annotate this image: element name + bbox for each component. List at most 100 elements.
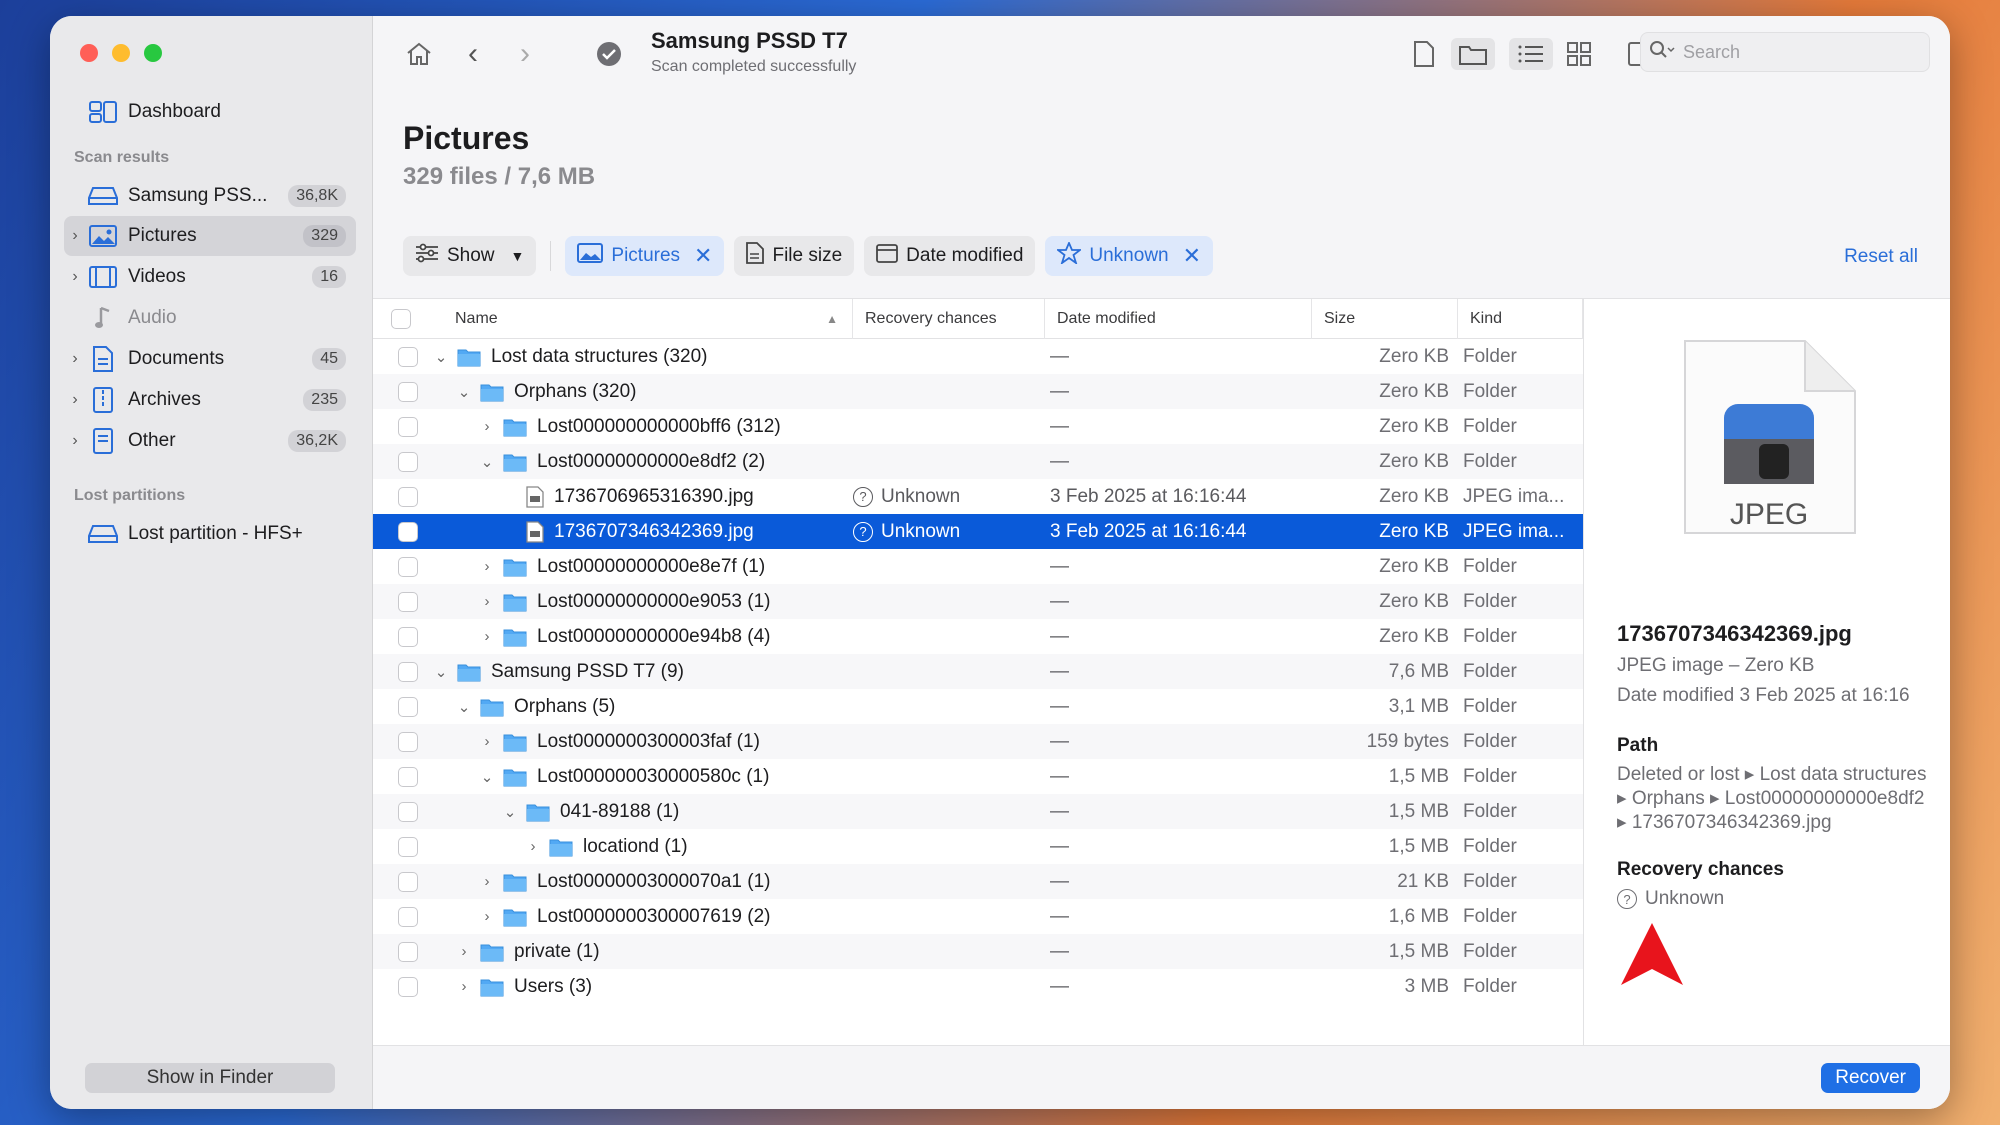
table-row[interactable]: › Lost00000003000070a1 (1) — 21 KB Folder — [373, 864, 1583, 899]
show-in-finder-button[interactable]: Show in Finder — [85, 1063, 335, 1093]
chevron-right-icon[interactable]: › — [477, 593, 497, 610]
sidebar-item-lost-partition[interactable]: Lost partition - HFS+ — [64, 514, 356, 554]
date-column-header[interactable]: Date modified — [1045, 299, 1312, 339]
table-row[interactable]: › Users (3) — 3 MB Folder — [373, 969, 1583, 1004]
close-icon[interactable]: ✕ — [1183, 243, 1201, 269]
date-cell: — — [1050, 590, 1069, 612]
table-row[interactable]: › locationd (1) — 1,5 MB Folder — [373, 829, 1583, 864]
chevron-down-icon[interactable]: ⌄ — [500, 803, 520, 821]
sidebar-item-samsung[interactable]: Samsung PSS... 36,8K — [64, 176, 356, 216]
row-checkbox[interactable] — [398, 906, 418, 927]
row-checkbox[interactable] — [398, 381, 418, 402]
row-checkbox[interactable] — [398, 626, 418, 647]
row-checkbox[interactable] — [398, 486, 418, 507]
table-row[interactable]: › Lost0000000300003faf (1) — 159 bytes Folde… — [373, 724, 1583, 759]
row-checkbox[interactable] — [398, 836, 418, 857]
table-row[interactable]: ⌄ Orphans (320) — Zero KB Folder — [373, 374, 1583, 409]
table-row[interactable]: › Lost00000000000e94b8 (4) — Zero KB Folder — [373, 619, 1583, 654]
chevron-right-icon[interactable]: › — [477, 628, 497, 645]
search-box[interactable] — [1640, 32, 1930, 72]
size-column-header[interactable]: Size — [1312, 299, 1458, 339]
name-column-header[interactable]: Name ▲ — [443, 299, 853, 339]
chevron-down-icon: ▼ — [510, 248, 525, 264]
forward-icon[interactable]: › — [509, 37, 541, 70]
row-checkbox[interactable] — [398, 346, 418, 367]
date-modified-filter-button[interactable]: Date modified — [864, 236, 1036, 276]
zoom-window-button[interactable] — [144, 44, 162, 62]
row-checkbox[interactable] — [398, 941, 418, 962]
chevron-right-icon[interactable]: › — [477, 558, 497, 575]
row-checkbox[interactable] — [398, 556, 418, 577]
chevron-right-icon[interactable]: › — [64, 268, 86, 286]
table-row[interactable]: › Lost00000000000e9053 (1) — Zero KB Folder — [373, 584, 1583, 619]
file-icon[interactable] — [1408, 38, 1440, 70]
table-row[interactable]: › Lost000000000000bff6 (312) — Zero KB Folde… — [373, 409, 1583, 444]
kind-column-header[interactable]: Kind — [1458, 299, 1583, 339]
table-row[interactable]: › private (1) — 1,5 MB Folder — [373, 934, 1583, 969]
table-row[interactable]: ⌄ Samsung PSSD T7 (9) — 7,6 MB Folder — [373, 654, 1583, 689]
row-checkbox[interactable] — [398, 451, 418, 472]
chevron-right-icon[interactable]: › — [523, 838, 543, 855]
table-row[interactable]: › Lost0000000300007619 (2) — 1,6 MB Folder — [373, 899, 1583, 934]
row-checkbox[interactable] — [398, 871, 418, 892]
folder-view-icon[interactable] — [1451, 38, 1495, 70]
chevron-right-icon[interactable]: › — [64, 227, 86, 245]
row-checkbox[interactable] — [398, 731, 418, 752]
table-row[interactable]: 1736707346342369.jpg? Unknown 3 Feb 2025 a… — [373, 514, 1583, 549]
chevron-down-icon[interactable]: ⌄ — [431, 348, 451, 366]
sidebar-item-audio[interactable]: Audio — [64, 298, 356, 338]
chevron-down-icon[interactable]: ⌄ — [431, 663, 451, 681]
size-cell: 21 KB — [1397, 870, 1449, 892]
sidebar-item-archives[interactable]: › Archives 235 — [64, 380, 356, 420]
file-size-filter-button[interactable]: File size — [734, 236, 855, 276]
row-checkbox[interactable] — [398, 766, 418, 787]
unknown-filter-chip[interactable]: Unknown ✕ — [1045, 236, 1214, 276]
recovery-column-header[interactable]: Recovery chances — [853, 299, 1045, 339]
chevron-right-icon[interactable]: › — [477, 873, 497, 890]
recover-button[interactable]: Recover — [1821, 1063, 1920, 1093]
pictures-filter-chip[interactable]: Pictures ✕ — [565, 236, 725, 276]
chevron-right-icon[interactable]: › — [477, 908, 497, 925]
chevron-down-icon[interactable]: ⌄ — [477, 768, 497, 786]
chevron-down-icon[interactable]: ⌄ — [454, 383, 474, 401]
sidebar-item-documents[interactable]: › Documents 45 — [64, 339, 356, 379]
row-checkbox[interactable] — [398, 591, 418, 612]
list-view-icon[interactable] — [1509, 38, 1553, 70]
reset-all-link[interactable]: Reset all — [1844, 246, 1918, 268]
back-icon[interactable]: ‹ — [457, 37, 489, 70]
chevron-right-icon[interactable]: › — [64, 350, 86, 368]
chevron-down-icon[interactable]: ⌄ — [477, 453, 497, 471]
chevron-right-icon[interactable]: › — [477, 418, 497, 435]
table-row[interactable]: › Lost00000000000e8e7f (1) — Zero KB Folder — [373, 549, 1583, 584]
grid-view-icon[interactable] — [1563, 38, 1595, 70]
search-input[interactable] — [1683, 41, 1883, 63]
select-all-checkbox[interactable] — [391, 309, 411, 329]
row-checkbox[interactable] — [398, 661, 418, 682]
table-row[interactable]: 1736706965316390.jpg? Unknown 3 Feb 2025 a… — [373, 479, 1583, 514]
row-checkbox[interactable] — [398, 416, 418, 437]
table-row[interactable]: ⌄ Lost data structures (320) — Zero KB Folde… — [373, 339, 1583, 374]
chevron-right-icon[interactable]: › — [64, 432, 86, 450]
sidebar-item-pictures[interactable]: › Pictures 329 — [64, 216, 356, 256]
table-row[interactable]: ⌄ Orphans (5) — 3,1 MB Folder — [373, 689, 1583, 724]
table-row[interactable]: ⌄ 041-89188 (1) — 1,5 MB Folder — [373, 794, 1583, 829]
sidebar-item-videos[interactable]: › Videos 16 — [64, 257, 356, 297]
table-row[interactable]: ⌄ Lost00000000000e8df2 (2) — Zero KB Folder — [373, 444, 1583, 479]
sidebar-item-dashboard[interactable]: Dashboard — [64, 92, 356, 132]
row-checkbox[interactable] — [398, 696, 418, 717]
chevron-right-icon[interactable]: › — [477, 733, 497, 750]
chevron-down-icon[interactable]: ⌄ — [454, 698, 474, 716]
table-row[interactable]: ⌄ Lost000000030000580c (1) — 1,5 MB Folder — [373, 759, 1583, 794]
show-filter-button[interactable]: Show ▼ — [403, 236, 537, 276]
row-checkbox[interactable] — [398, 976, 418, 997]
chevron-right-icon[interactable]: › — [454, 978, 474, 995]
chevron-right-icon[interactable]: › — [64, 391, 86, 409]
home-icon[interactable] — [403, 38, 435, 70]
sidebar-item-other[interactable]: › Other 36,2K — [64, 421, 356, 461]
chevron-right-icon[interactable]: › — [454, 943, 474, 960]
close-window-button[interactable] — [80, 44, 98, 62]
row-checkbox[interactable] — [398, 801, 418, 822]
row-checkbox[interactable] — [398, 521, 418, 542]
minimize-window-button[interactable] — [112, 44, 130, 62]
close-icon[interactable]: ✕ — [694, 243, 712, 269]
